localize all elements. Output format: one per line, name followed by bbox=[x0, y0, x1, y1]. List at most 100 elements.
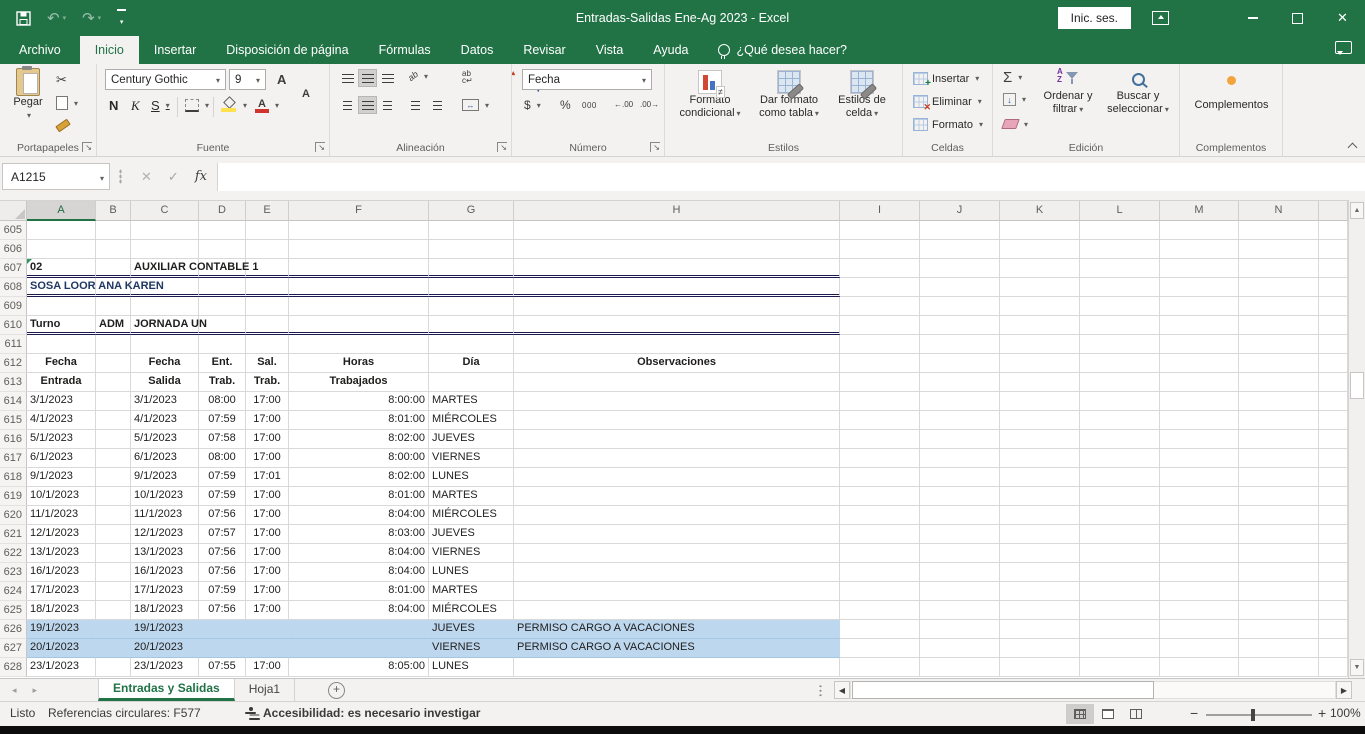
cell-K627[interactable] bbox=[1000, 639, 1080, 658]
cell-M628[interactable] bbox=[1160, 658, 1239, 677]
cell-N625[interactable] bbox=[1239, 601, 1319, 620]
cell-G606[interactable] bbox=[429, 240, 514, 259]
cell-X611[interactable] bbox=[1319, 335, 1348, 354]
cell-E625[interactable]: 17:00 bbox=[246, 601, 289, 620]
cell-G620[interactable]: MIÉRCOLES bbox=[429, 506, 514, 525]
cell-A617[interactable]: 6/1/2023 bbox=[27, 449, 96, 468]
cell-J613[interactable] bbox=[920, 373, 1000, 392]
cell-K618[interactable] bbox=[1000, 468, 1080, 487]
row-header-605[interactable]: 605 bbox=[0, 221, 27, 240]
conditional-formatting-button[interactable]: ≠ Formato condicional bbox=[673, 70, 747, 120]
cell-E610[interactable] bbox=[246, 316, 289, 335]
cell-N620[interactable] bbox=[1239, 506, 1319, 525]
cell-E608[interactable] bbox=[246, 278, 289, 297]
accessibility-status[interactable]: Accesibilidad: es necesario investigar bbox=[263, 706, 480, 720]
row-header-613[interactable]: 613 bbox=[0, 373, 27, 392]
cell-X625[interactable] bbox=[1319, 601, 1348, 620]
tab-disposición-de-página[interactable]: Disposición de página bbox=[211, 36, 363, 64]
align-right-button[interactable] bbox=[378, 96, 397, 114]
cell-J607[interactable] bbox=[920, 259, 1000, 278]
new-sheet-icon[interactable]: + bbox=[328, 682, 345, 699]
cell-H617[interactable] bbox=[514, 449, 840, 468]
cell-A615[interactable]: 4/1/2023 bbox=[27, 411, 96, 430]
cell-G617[interactable]: VIERNES bbox=[429, 449, 514, 468]
cell-K619[interactable] bbox=[1000, 487, 1080, 506]
cell-M626[interactable] bbox=[1160, 620, 1239, 639]
font-size-combo[interactable]: 9 bbox=[229, 69, 266, 90]
cell-A612[interactable]: Fecha bbox=[27, 354, 96, 373]
cell-L609[interactable] bbox=[1080, 297, 1160, 316]
cell-L619[interactable] bbox=[1080, 487, 1160, 506]
cell-D613[interactable]: Trab. bbox=[199, 373, 246, 392]
cell-C616[interactable]: 5/1/2023 bbox=[131, 430, 199, 449]
cell-H615[interactable] bbox=[514, 411, 840, 430]
cell-D611[interactable] bbox=[199, 335, 246, 354]
cell-B625[interactable] bbox=[96, 601, 131, 620]
cell-G611[interactable] bbox=[429, 335, 514, 354]
cell-N627[interactable] bbox=[1239, 639, 1319, 658]
cell-A625[interactable]: 18/1/2023 bbox=[27, 601, 96, 620]
cell-K605[interactable] bbox=[1000, 221, 1080, 240]
cell-M622[interactable] bbox=[1160, 544, 1239, 563]
cell-M614[interactable] bbox=[1160, 392, 1239, 411]
bold-button[interactable]: N bbox=[109, 98, 118, 113]
cell-K606[interactable] bbox=[1000, 240, 1080, 259]
cell-L610[interactable] bbox=[1080, 316, 1160, 335]
row-header-611[interactable]: 611 bbox=[0, 335, 27, 354]
scroll-up-icon[interactable]: ▲ bbox=[1350, 202, 1364, 219]
cell-M624[interactable] bbox=[1160, 582, 1239, 601]
cell-E606[interactable] bbox=[246, 240, 289, 259]
font-color-button[interactable]: A bbox=[255, 98, 279, 112]
tab-fórmulas[interactable]: Fórmulas bbox=[364, 36, 446, 64]
cell-B626[interactable] bbox=[96, 620, 131, 639]
cell-M618[interactable] bbox=[1160, 468, 1239, 487]
cell-A618[interactable]: 9/1/2023 bbox=[27, 468, 96, 487]
cell-K616[interactable] bbox=[1000, 430, 1080, 449]
cell-I621[interactable] bbox=[840, 525, 920, 544]
cell-K623[interactable] bbox=[1000, 563, 1080, 582]
cell-K608[interactable] bbox=[1000, 278, 1080, 297]
cell-J625[interactable] bbox=[920, 601, 1000, 620]
cell-E612[interactable]: Sal. bbox=[246, 354, 289, 373]
cell-J623[interactable] bbox=[920, 563, 1000, 582]
name-box[interactable]: A1215 bbox=[2, 163, 110, 190]
row-header-609[interactable]: 609 bbox=[0, 297, 27, 316]
cell-K610[interactable] bbox=[1000, 316, 1080, 335]
restore-button[interactable] bbox=[1275, 0, 1320, 36]
cell-J609[interactable] bbox=[920, 297, 1000, 316]
cell-B617[interactable] bbox=[96, 449, 131, 468]
cell-I615[interactable] bbox=[840, 411, 920, 430]
cell-F610[interactable] bbox=[289, 316, 429, 335]
copy-button[interactable] bbox=[56, 96, 78, 110]
redo-icon[interactable]: ↷ bbox=[82, 11, 101, 26]
cell-F620[interactable]: 8:04:00 bbox=[289, 506, 429, 525]
cell-N606[interactable] bbox=[1239, 240, 1319, 259]
row-header-607[interactable]: 607 bbox=[0, 259, 27, 278]
cell-J612[interactable] bbox=[920, 354, 1000, 373]
cell-A621[interactable]: 12/1/2023 bbox=[27, 525, 96, 544]
cell-D626[interactable] bbox=[199, 620, 246, 639]
cell-C614[interactable]: 3/1/2023 bbox=[131, 392, 199, 411]
underline-button[interactable]: S bbox=[151, 98, 170, 113]
cell-J618[interactable] bbox=[920, 468, 1000, 487]
cell-H612[interactable]: Observaciones bbox=[514, 354, 840, 373]
cell-N623[interactable] bbox=[1239, 563, 1319, 582]
cell-A619[interactable]: 10/1/2023 bbox=[27, 487, 96, 506]
cell-B606[interactable] bbox=[96, 240, 131, 259]
fill-button[interactable]: ↓ bbox=[1003, 93, 1026, 106]
align-top-button[interactable] bbox=[338, 69, 357, 87]
column-header-E[interactable]: E bbox=[246, 201, 289, 221]
cell-L612[interactable] bbox=[1080, 354, 1160, 373]
cell-E624[interactable]: 17:00 bbox=[246, 582, 289, 601]
clipboard-dialog-launcher[interactable] bbox=[82, 142, 92, 152]
cell-J627[interactable] bbox=[920, 639, 1000, 658]
cell-B620[interactable] bbox=[96, 506, 131, 525]
cell-J614[interactable] bbox=[920, 392, 1000, 411]
cell-C615[interactable]: 4/1/2023 bbox=[131, 411, 199, 430]
cell-X610[interactable] bbox=[1319, 316, 1348, 335]
row-header-617[interactable]: 617 bbox=[0, 449, 27, 468]
insert-function-icon[interactable]: fx bbox=[195, 169, 207, 184]
cell-N626[interactable] bbox=[1239, 620, 1319, 639]
cell-D621[interactable]: 07:57 bbox=[199, 525, 246, 544]
cell-H621[interactable] bbox=[514, 525, 840, 544]
